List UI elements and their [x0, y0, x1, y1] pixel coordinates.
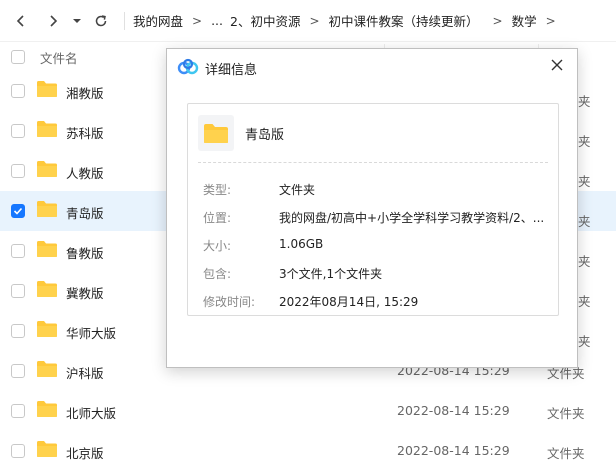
row-checkbox[interactable]	[11, 324, 25, 338]
file-name[interactable]: 北京版	[66, 443, 104, 462]
file-modified-date: 2022-08-14 15:29	[397, 443, 510, 458]
breadcrumb-ellipsis[interactable]: ...	[211, 13, 223, 28]
file-name[interactable]: 人教版	[66, 163, 104, 182]
back-icon[interactable]	[8, 8, 34, 34]
folder-icon	[36, 400, 58, 418]
file-type-peek: 夹	[578, 134, 591, 149]
folder-icon	[36, 240, 58, 258]
prop-value-modified: 2022年08月14日, 15:29	[279, 295, 419, 309]
file-type-peek: 夹	[578, 94, 591, 109]
history-dropdown-icon[interactable]	[70, 8, 84, 34]
prop-value-type: 文件夹	[279, 183, 316, 197]
folder-icon	[36, 360, 58, 378]
row-checkbox[interactable]	[11, 164, 25, 178]
folder-icon	[36, 280, 58, 298]
breadcrumb-root[interactable]: 我的网盘	[133, 11, 183, 30]
file-name[interactable]: 华师大版	[66, 323, 116, 342]
chevron-right-icon: >	[192, 13, 203, 28]
row-checkbox[interactable]	[11, 84, 25, 98]
app-logo-icon	[177, 58, 199, 75]
file-row[interactable]: 北师大版 2022-08-14 15:29 文件夹	[0, 391, 616, 431]
details-dialog: 详细信息 青岛版 类型: 文件夹 位置: 我的网盘/初高中+小学全学科学习教学资…	[166, 48, 578, 368]
row-checkbox[interactable]	[11, 364, 25, 378]
file-type-peek: 夹	[578, 254, 591, 269]
file-name[interactable]: 苏科版	[66, 123, 104, 142]
column-header-name[interactable]: 文件名	[40, 48, 78, 67]
refresh-icon[interactable]	[88, 8, 114, 34]
details-divider	[198, 162, 548, 163]
prop-label-type: 类型:	[203, 183, 232, 197]
prop-label-location: 位置:	[203, 211, 232, 225]
chevron-right-icon: >	[492, 13, 503, 28]
file-type-peek: 夹	[578, 214, 591, 229]
file-type-peek: 夹	[578, 294, 591, 309]
file-type-peek: 夹	[578, 174, 591, 189]
prop-label-modified: 修改时间:	[203, 295, 256, 309]
dialog-title: 详细信息	[205, 63, 258, 78]
file-modified-date: 2022-08-14 15:29	[397, 403, 510, 418]
details-file-name: 青岛版	[245, 128, 285, 143]
folder-icon	[36, 160, 58, 178]
file-name[interactable]: 湘教版	[66, 83, 104, 102]
chevron-right-icon: >	[545, 13, 556, 28]
folder-icon	[36, 440, 58, 458]
row-checkbox[interactable]	[11, 244, 25, 258]
prop-label-size: 大小:	[203, 239, 232, 253]
row-checkbox[interactable]	[11, 284, 25, 298]
dialog-header: 详细信息	[167, 49, 577, 85]
folder-icon	[36, 320, 58, 338]
select-all-checkbox[interactable]	[11, 50, 25, 64]
row-checkbox[interactable]	[11, 444, 25, 458]
toolbar: 我的网盘 > ... 2、初中资源 > 初中课件教案（持续更新） > 数学 >	[0, 0, 616, 42]
file-row[interactable]: 北京版 2022-08-14 15:29 文件夹	[0, 431, 616, 471]
file-type-peek: 夹	[578, 334, 591, 349]
file-name[interactable]: 冀教版	[66, 283, 104, 302]
row-checkbox[interactable]	[11, 404, 25, 418]
breadcrumb-courseware[interactable]: 初中课件教案（持续更新）	[329, 11, 479, 30]
folder-icon	[36, 200, 58, 218]
file-type: 文件夹	[547, 446, 585, 461]
file-type: 文件夹	[547, 406, 585, 421]
forward-icon[interactable]	[40, 8, 66, 34]
toolbar-divider	[124, 11, 125, 30]
breadcrumb-math[interactable]: 数学	[512, 11, 537, 30]
prop-label-contains: 包含:	[203, 267, 232, 281]
prop-value-contains: 3个文件,1个文件夹	[279, 267, 383, 281]
prop-value-location[interactable]: 我的网盘/初高中+小学全学科学习教学资料/2、...	[279, 209, 544, 226]
file-name[interactable]: 沪科版	[66, 363, 104, 382]
breadcrumb-junior-resources[interactable]: 2、初中资源	[230, 11, 300, 30]
breadcrumb: 我的网盘 > ... 2、初中资源 > 初中课件教案（持续更新） > 数学 >	[133, 11, 565, 30]
folder-icon	[198, 115, 234, 151]
chevron-right-icon: >	[309, 13, 320, 28]
details-card: 青岛版 类型: 文件夹 位置: 我的网盘/初高中+小学全学科学习教学资料/2、.…	[187, 103, 559, 316]
file-name[interactable]: 鲁教版	[66, 243, 104, 262]
prop-value-size: 1.06GB	[279, 237, 324, 251]
file-name[interactable]: 青岛版	[66, 203, 104, 222]
folder-icon	[36, 120, 58, 138]
close-icon[interactable]	[547, 55, 567, 75]
row-checkbox[interactable]	[11, 124, 25, 138]
folder-icon	[36, 80, 58, 98]
row-checkbox[interactable]	[11, 204, 25, 218]
file-name[interactable]: 北师大版	[66, 403, 116, 422]
